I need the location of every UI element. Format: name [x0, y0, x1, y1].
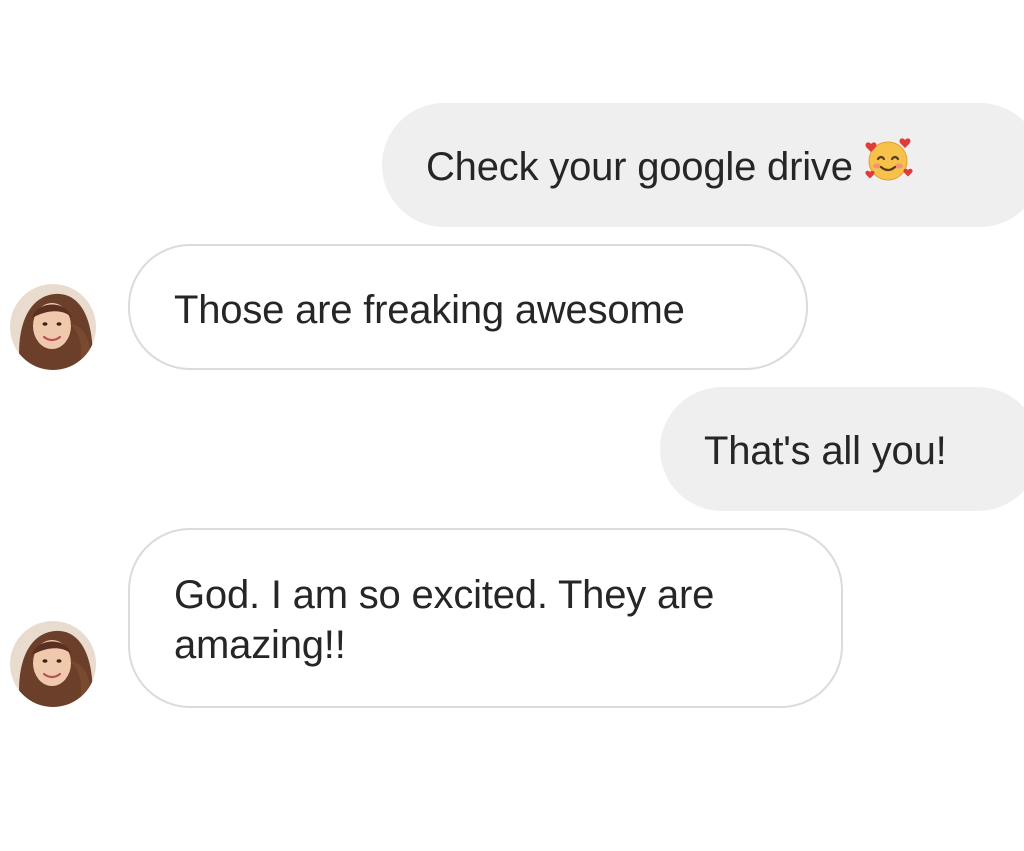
profile-photo-icon [10, 621, 96, 707]
profile-photo-icon [10, 284, 96, 370]
message-bubble-received[interactable]: God. I am so excited. They are amazing!! [128, 528, 843, 708]
message-bubble-sent[interactable]: That's all you! [660, 387, 1024, 511]
contact-avatar[interactable] [10, 284, 96, 370]
message-bubble-received[interactable]: Those are freaking awesome [128, 244, 808, 370]
smiling-face-with-hearts-icon [863, 134, 913, 196]
message-text: That's all you! [704, 429, 947, 473]
message-text: God. I am so excited. They are amazing!! [174, 573, 715, 667]
message-text: Those are freaking awesome [174, 288, 685, 332]
contact-avatar[interactable] [10, 621, 96, 707]
message-bubble-sent[interactable]: Check your google drive [382, 103, 1024, 227]
message-text: Check your google drive [426, 145, 853, 189]
